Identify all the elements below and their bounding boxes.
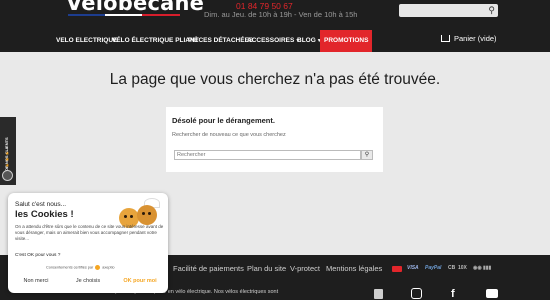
cookie-question: C'est OK pour vous ? bbox=[15, 253, 61, 258]
panel-text: Rechercher de nouveau ce que vous cherch… bbox=[172, 132, 286, 138]
header-search-input[interactable]: ⚲ bbox=[399, 4, 498, 17]
eye-icon bbox=[130, 215, 133, 218]
footer-link-v-protect[interactable]: V-protect bbox=[290, 264, 320, 273]
footer-link-plan-du-site[interactable]: Plan du site bbox=[247, 264, 286, 273]
cart-icon bbox=[441, 35, 450, 42]
cart-button[interactable]: Panier (vide) bbox=[441, 34, 497, 43]
panel-heading: Désolé pour le dérangement. bbox=[172, 116, 275, 125]
eye-icon bbox=[148, 212, 151, 215]
site-logo[interactable]: Velobecane bbox=[66, 0, 204, 15]
cookie-greeting: Salut c'est nous... bbox=[15, 201, 67, 208]
eye-icon bbox=[142, 212, 145, 215]
cookie-consent-popup: Salut c'est nous... les Cookies ! On a a… bbox=[8, 193, 168, 293]
reviews-badge-icon bbox=[2, 170, 13, 181]
cookie-choose-button[interactable]: Je choisis bbox=[62, 276, 114, 287]
cookie-refuse-button[interactable]: Non merci bbox=[10, 276, 62, 287]
footer-link-mentions-legales[interactable]: Mentions légales bbox=[326, 264, 382, 273]
10x-logo: 10X bbox=[458, 265, 467, 271]
instagram-icon[interactable] bbox=[411, 288, 422, 299]
cookie-certified: Consentements certifiés par axeptio bbox=[46, 265, 115, 270]
nav-item-accessoires-label: ACCESSOIRES bbox=[247, 37, 295, 44]
opening-hours: Dim. au Jeu. de 10h à 19h - Ven de 10h à… bbox=[204, 10, 358, 19]
cart-state: (vide) bbox=[477, 34, 497, 43]
axeptio-icon bbox=[95, 265, 101, 270]
facebook-icon[interactable]: f bbox=[451, 288, 455, 300]
reviews-tab[interactable]: AVIS DE NOS CLIENTS ★ ★ ★ bbox=[0, 117, 16, 185]
not-found-panel: Désolé pour le dérangement. Rechercher d… bbox=[166, 107, 383, 172]
main-nav: VELO ELECTRIQUE VÉLO ÉLECTRIQUE PLIANT P… bbox=[0, 30, 550, 52]
nav-item-velo-electrique-pliant[interactable]: VÉLO ÉLECTRIQUE PLIANT bbox=[112, 30, 199, 52]
axeptio-brand: axeptio bbox=[102, 265, 115, 270]
visa-logo: VISA bbox=[407, 265, 419, 271]
footer-link-paiements[interactable]: Facilité de paiements bbox=[173, 264, 244, 273]
nav-item-promotions[interactable]: PROMOTIONS bbox=[320, 30, 373, 52]
nav-item-velo-electrique[interactable]: VELO ELECTRIQUE bbox=[56, 30, 117, 52]
star-icon: ★ bbox=[5, 163, 10, 169]
cookie-body: On a attendu d'être sûrs que le contenu … bbox=[15, 224, 164, 241]
newspaper-icon[interactable] bbox=[374, 289, 383, 299]
nav-item-blog[interactable]: BLOG▼ bbox=[297, 30, 322, 52]
search-icon[interactable]: ⚲ bbox=[488, 5, 495, 16]
mastercard-icon bbox=[392, 266, 402, 272]
search-input[interactable] bbox=[174, 150, 361, 160]
paypal-logo: PayPal bbox=[425, 265, 442, 271]
nav-item-accessoires[interactable]: ACCESSOIRES▼ bbox=[247, 30, 300, 52]
cookie-mascot-right bbox=[137, 205, 157, 225]
cart-label: Panier bbox=[454, 34, 476, 43]
cb-logo: CB bbox=[448, 265, 456, 271]
search-icon: ⚲ bbox=[364, 152, 370, 158]
header: Velobecane 01 84 79 50 67 Dim. au Jeu. d… bbox=[0, 0, 550, 52]
youtube-icon[interactable] bbox=[486, 289, 498, 298]
cookie-certified-label: Consentements certifiés par bbox=[46, 265, 94, 270]
eye-icon bbox=[124, 215, 127, 218]
cookie-accept-button[interactable]: OK pour moi bbox=[114, 276, 166, 287]
page-title: La page que vous cherchez n'a pas été tr… bbox=[109, 71, 441, 88]
contactless-icon: ◉◉ bbox=[473, 265, 482, 271]
card-icon: ▮▮▮ bbox=[483, 265, 492, 271]
nav-item-blog-label: BLOG bbox=[297, 37, 316, 44]
nav-item-pieces-detachees[interactable]: PIÈCES DÉTACHÉES bbox=[188, 30, 253, 52]
cookie-title: les Cookies ! bbox=[15, 209, 74, 220]
search-button[interactable]: ⚲ bbox=[361, 150, 373, 160]
flag-stripe bbox=[68, 14, 180, 16]
